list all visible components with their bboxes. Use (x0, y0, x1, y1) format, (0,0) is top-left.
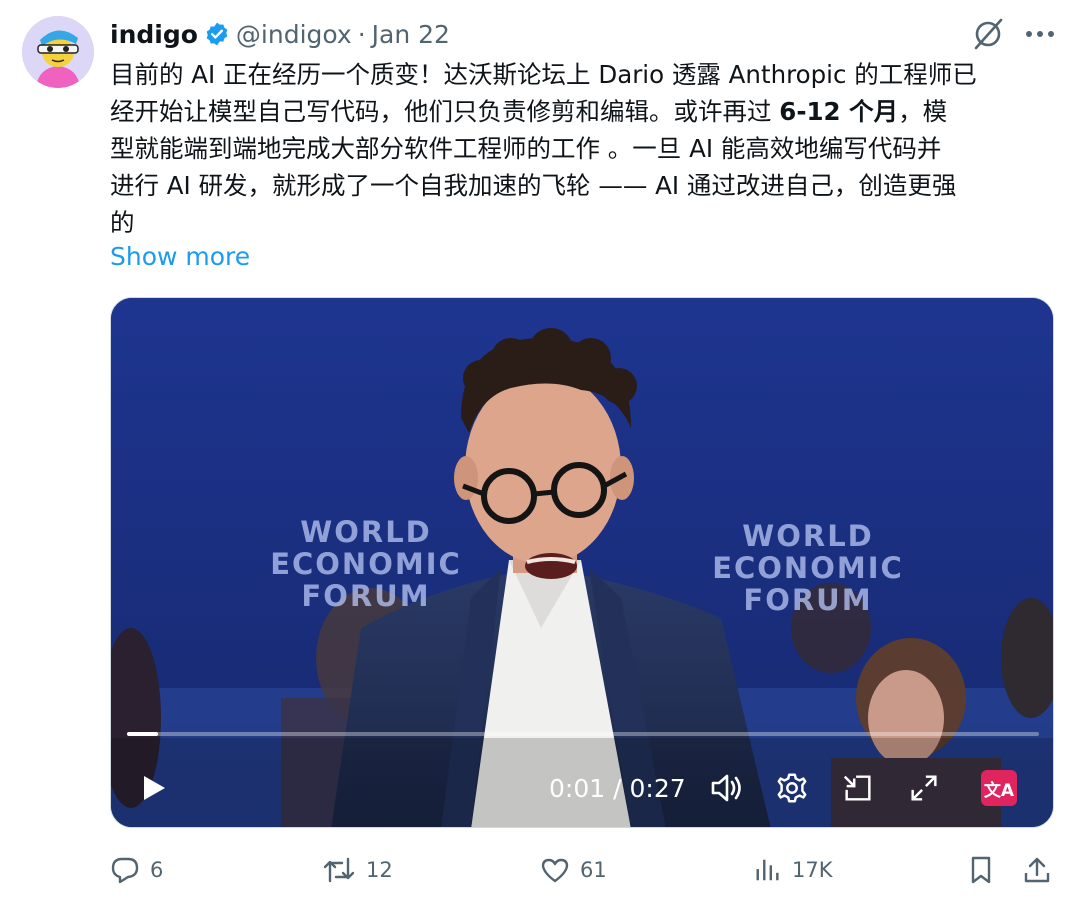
like-count: 61 (580, 858, 607, 882)
retweet-button[interactable]: 12 (322, 850, 393, 890)
wef-sign-line: FORUM (301, 579, 431, 613)
bookmark-button[interactable] (966, 850, 996, 890)
wef-sign-line: FORUM (743, 583, 873, 617)
header-separator: · (357, 19, 366, 49)
share-button[interactable] (1022, 850, 1052, 890)
video-time: 0:01 / 0:27 (549, 772, 686, 806)
share-icon (1022, 855, 1052, 885)
time-separator: / (613, 774, 622, 803)
reply-icon (110, 855, 140, 885)
show-more-link[interactable]: Show more (110, 238, 250, 275)
tweet-text: 目前的 AI 正在经历一个质变！达沃斯论坛上 Dario 透露 Anthropi… (110, 56, 1060, 241)
wef-sign-line: WORLD (300, 515, 432, 549)
post-date[interactable]: Jan 22 (372, 20, 450, 49)
reply-button[interactable]: 6 (110, 850, 163, 890)
retweet-icon (322, 855, 356, 885)
settings-icon[interactable] (771, 768, 813, 808)
video-progress-bar[interactable] (127, 732, 1039, 736)
wef-sign-line: ECONOMIC (712, 551, 904, 585)
views-count: 17K (792, 858, 833, 882)
pip-icon[interactable] (837, 768, 879, 808)
more-icon[interactable] (1020, 18, 1060, 50)
tweet-text-line: 经开始让模型自己写代码，他们只负责修剪和编辑。或许再过 6-12 个月，模 (110, 93, 1060, 130)
wef-sign-left: WORLD ECONOMIC FORUM (261, 516, 471, 612)
like-icon (540, 855, 570, 885)
tweet-text-line: 目前的 AI 正在经历一个质变！达沃斯论坛上 Dario 透露 Anthropi… (110, 60, 977, 89)
tweet: indigo @indigox · Jan 22 目前的 AI 正在经历一个质变… (0, 0, 1080, 903)
current-time: 0:01 (549, 774, 606, 803)
tweet-text-line: 型就能端到端地完成大部分软件工程师的工作 。一旦 AI 能高效地编写代码并 (110, 134, 942, 163)
wef-sign-line: ECONOMIC (270, 547, 462, 581)
tweet-text-segment: 经开始让模型自己写代码，他们只负责修剪和编辑。或许再过 (110, 97, 780, 126)
avatar-illustration (22, 16, 94, 88)
video-progress-fill (127, 732, 158, 736)
tweet-header: indigo @indigox · Jan 22 (110, 16, 450, 52)
video-player[interactable]: WORLD ECONOMIC FORUM WORLD ECONOMIC FORU… (110, 297, 1054, 828)
bookmark-icon (966, 855, 996, 885)
avatar[interactable] (22, 16, 94, 88)
play-icon[interactable] (133, 768, 173, 808)
grok-icon[interactable] (970, 16, 1006, 52)
tweet-text-bold: 6-12 个月 (779, 97, 899, 126)
views-button[interactable]: 17K (754, 850, 833, 890)
author-handle[interactable]: @indigox (236, 20, 352, 49)
wef-sign-line: WORLD (742, 519, 874, 553)
duration: 0:27 (629, 774, 686, 803)
verified-icon (204, 21, 230, 47)
translate-icon[interactable]: 文A (981, 770, 1017, 806)
reply-count: 6 (150, 858, 164, 882)
tweet-text-line: 进行 AI 研发，就形成了一个自我加速的飞轮 —— AI 通过改进自己，创造更强 (110, 171, 957, 200)
wef-sign-right: WORLD ECONOMIC FORUM (703, 520, 913, 616)
tweet-text-line: 的 (110, 208, 135, 237)
like-button[interactable]: 61 (540, 850, 607, 890)
author-name[interactable]: indigo (110, 20, 198, 49)
retweet-count: 12 (366, 858, 393, 882)
action-bar: 6 12 61 17K (110, 850, 1060, 890)
fullscreen-icon[interactable] (903, 768, 945, 808)
views-icon (754, 856, 782, 884)
volume-icon[interactable] (705, 768, 747, 808)
tweet-text-segment: ，模 (898, 97, 948, 126)
